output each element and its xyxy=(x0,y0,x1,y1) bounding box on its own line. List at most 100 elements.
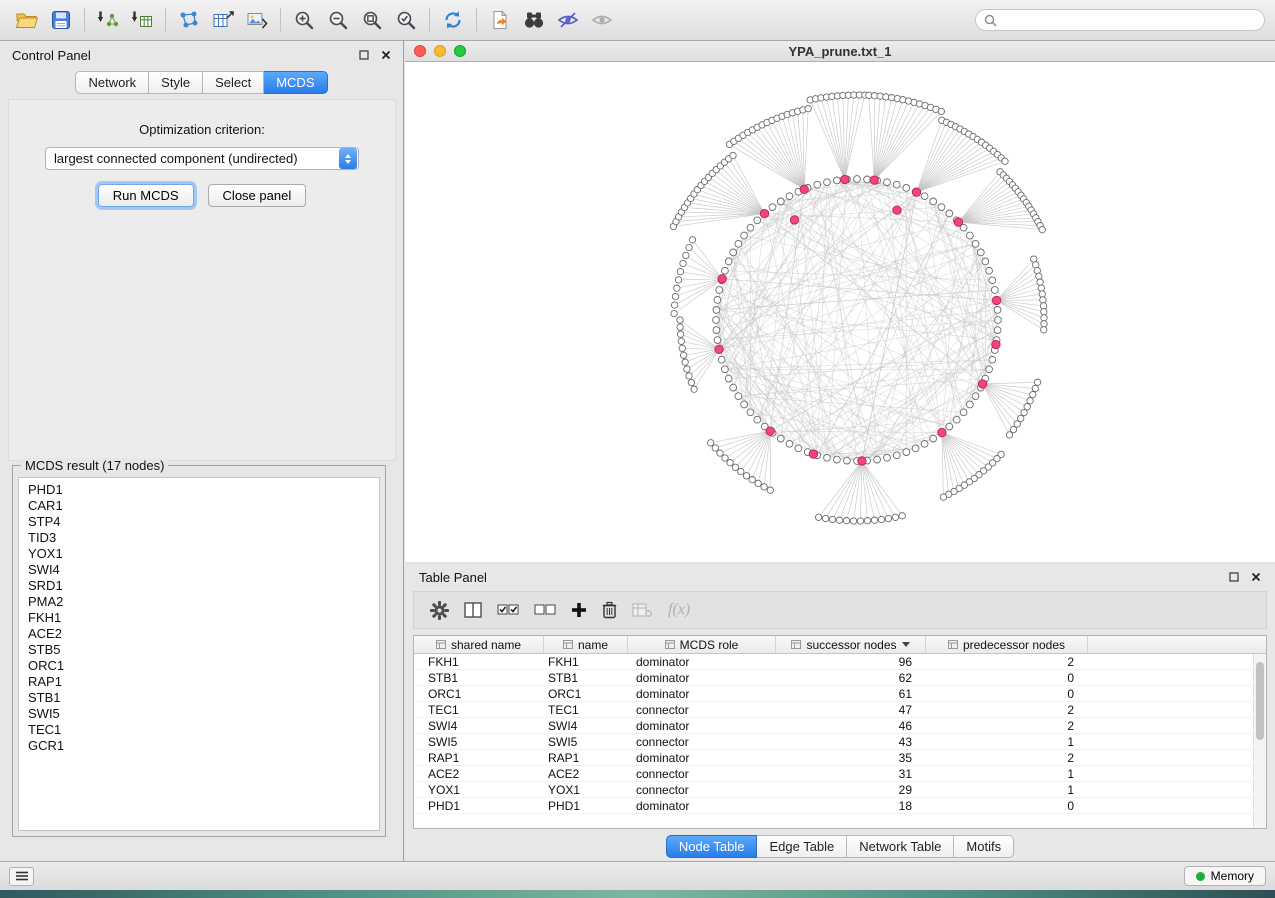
network-node[interactable] xyxy=(741,232,748,239)
zoom-out-button[interactable] xyxy=(321,5,355,35)
network-node[interactable] xyxy=(732,464,738,470)
show-columns-button[interactable] xyxy=(464,602,482,618)
network-node[interactable] xyxy=(1039,227,1045,233)
network-node[interactable] xyxy=(871,517,877,523)
network-node[interactable] xyxy=(725,375,732,382)
network-canvas-svg[interactable] xyxy=(405,62,1275,562)
network-node[interactable] xyxy=(722,455,728,461)
network-node[interactable] xyxy=(686,373,692,379)
network-node[interactable] xyxy=(713,307,720,314)
network-node[interactable] xyxy=(718,356,725,363)
network-dominator-node[interactable] xyxy=(992,340,1000,348)
network-node[interactable] xyxy=(730,249,737,256)
mcds-result-item[interactable]: SRD1 xyxy=(28,578,370,594)
network-node[interactable] xyxy=(967,232,974,239)
import-network-button[interactable] xyxy=(91,5,125,35)
network-dominator-node[interactable] xyxy=(760,209,768,217)
float-panel-icon[interactable] xyxy=(1229,572,1239,582)
network-node[interactable] xyxy=(717,450,723,456)
network-dominator-node[interactable] xyxy=(954,218,962,226)
network-node[interactable] xyxy=(1041,327,1047,333)
network-node[interactable] xyxy=(864,518,870,524)
network-node[interactable] xyxy=(946,423,953,430)
network-node[interactable] xyxy=(972,393,979,400)
close-panel-icon[interactable] xyxy=(381,50,391,60)
mcds-result-item[interactable]: STP4 xyxy=(28,514,370,530)
network-node[interactable] xyxy=(930,198,937,205)
network-node[interactable] xyxy=(815,514,821,520)
network-node[interactable] xyxy=(786,440,793,447)
network-node[interactable] xyxy=(843,518,849,524)
network-node[interactable] xyxy=(680,352,686,358)
tab-edge-table[interactable]: Edge Table xyxy=(757,835,847,858)
network-node[interactable] xyxy=(1036,273,1042,279)
close-panel-icon[interactable] xyxy=(1251,572,1261,582)
network-node[interactable] xyxy=(940,494,946,500)
network-node[interactable] xyxy=(677,331,683,337)
network-node[interactable] xyxy=(754,217,761,224)
close-panel-button[interactable]: Close panel xyxy=(208,184,307,207)
network-node[interactable] xyxy=(680,260,686,266)
table-row[interactable]: SWI4SWI4dominator462 xyxy=(414,718,1266,734)
mcds-result-item[interactable]: SWI5 xyxy=(28,706,370,722)
network-node[interactable] xyxy=(671,310,677,316)
network-node[interactable] xyxy=(708,440,714,446)
network-node[interactable] xyxy=(769,204,776,211)
network-node[interactable] xyxy=(1006,432,1012,438)
table-row[interactable]: YOX1YOX1connector291 xyxy=(414,782,1266,798)
network-node[interactable] xyxy=(874,456,881,463)
network-node[interactable] xyxy=(884,179,891,186)
network-node[interactable] xyxy=(878,516,884,522)
network-dominator-node[interactable] xyxy=(766,427,774,435)
column-header-shared-name[interactable]: shared name xyxy=(414,636,544,653)
import-table-button[interactable] xyxy=(125,5,159,35)
memory-button[interactable]: Memory xyxy=(1184,866,1266,886)
export-image-button[interactable] xyxy=(240,5,274,35)
network-node[interactable] xyxy=(722,267,729,274)
network-node[interactable] xyxy=(1038,285,1044,291)
network-dominator-node[interactable] xyxy=(893,206,901,214)
network-node[interactable] xyxy=(972,240,979,247)
network-node[interactable] xyxy=(1040,303,1046,309)
network-node[interactable] xyxy=(714,297,721,304)
network-node[interactable] xyxy=(903,449,910,456)
minimize-window-icon[interactable] xyxy=(434,45,446,57)
network-node[interactable] xyxy=(735,393,742,400)
tab-network[interactable]: Network xyxy=(75,71,149,94)
network-node[interactable] xyxy=(1034,379,1040,385)
network-node[interactable] xyxy=(716,287,723,294)
network-dominator-node[interactable] xyxy=(718,275,726,283)
network-node[interactable] xyxy=(899,513,905,519)
select-all-button[interactable] xyxy=(497,603,519,617)
network-dominator-node[interactable] xyxy=(858,457,866,465)
network-node[interactable] xyxy=(903,185,910,192)
table-row[interactable]: SWI5SWI5connector431 xyxy=(414,734,1266,750)
network-node[interactable] xyxy=(824,179,831,186)
network-node[interactable] xyxy=(741,401,748,408)
network-node[interactable] xyxy=(805,105,811,111)
network-node[interactable] xyxy=(1027,398,1033,404)
network-node[interactable] xyxy=(722,366,729,373)
network-node[interactable] xyxy=(822,515,828,521)
network-node[interactable] xyxy=(960,409,967,416)
network-node[interactable] xyxy=(730,384,737,391)
column-header-name[interactable]: name xyxy=(544,636,628,653)
deselect-all-button[interactable] xyxy=(534,603,556,617)
column-header-successor-nodes[interactable]: successor nodes xyxy=(776,636,926,653)
network-node[interactable] xyxy=(747,224,754,231)
save-session-button[interactable] xyxy=(44,5,78,35)
network-node[interactable] xyxy=(921,440,928,447)
network-node[interactable] xyxy=(893,452,900,459)
network-node[interactable] xyxy=(749,477,755,483)
network-node[interactable] xyxy=(946,210,953,217)
tab-style[interactable]: Style xyxy=(149,71,203,94)
network-node[interactable] xyxy=(712,445,718,451)
network-node[interactable] xyxy=(986,366,993,373)
open-session-button[interactable] xyxy=(10,5,44,35)
run-mcds-button[interactable]: Run MCDS xyxy=(98,184,194,207)
network-node[interactable] xyxy=(994,307,1001,314)
network-node[interactable] xyxy=(892,514,898,520)
network-node[interactable] xyxy=(767,487,773,493)
table-row[interactable]: ACE2ACE2connector311 xyxy=(414,766,1266,782)
task-history-button[interactable] xyxy=(9,867,34,886)
